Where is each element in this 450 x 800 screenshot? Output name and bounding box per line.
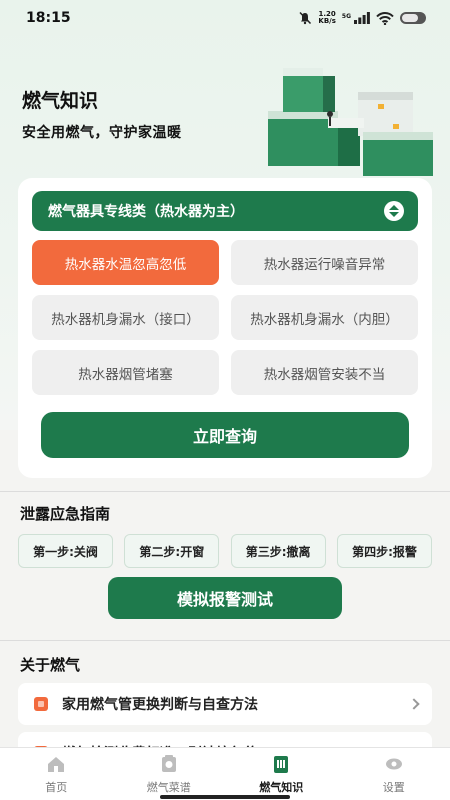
bottom-tab-bar: 首页 燃气菜谱 燃气知识 设置 [0, 748, 450, 800]
issue-option[interactable]: 热水器运行噪音异常 [231, 240, 418, 285]
tab-settings[interactable]: 设置 [338, 748, 450, 800]
tab-label: 首页 [45, 781, 68, 794]
alarm-test-button[interactable]: 模拟报警测试 [108, 577, 342, 619]
battery-icon [400, 12, 426, 24]
issue-option[interactable]: 热水器水温忽高忽低 [32, 240, 219, 285]
tab-home[interactable]: 首页 [0, 748, 113, 800]
status-bar: 18:15 1.20 KB/s 5G [0, 0, 450, 36]
section-divider [0, 640, 450, 641]
page-title: 燃气知识 [22, 90, 99, 112]
home-icon [48, 757, 65, 772]
signal-label: 5G [341, 13, 351, 20]
leak-guide-steps: 第一步:关阀 第二步:开窗 第三步:撤离 第四步:报警 [18, 534, 432, 568]
tab-label: 设置 [382, 781, 405, 794]
step-button[interactable]: 第一步:关阀 [18, 534, 113, 568]
tab-label: 燃气知识 [259, 781, 304, 794]
net-speed-unit: KB/s [318, 17, 336, 25]
mute-icon [299, 11, 312, 25]
status-icons: 1.20 KB/s 5G [298, 11, 426, 25]
article-bullet-icon [34, 697, 48, 711]
article-title: 家用燃气管更换判断与自查方法 [62, 697, 258, 713]
category-select-value: 燃气器具专线类（热水器为主） [48, 204, 244, 220]
books-stack-illustration [268, 68, 433, 176]
signal-icon [354, 12, 370, 24]
issue-option[interactable]: 热水器烟管安装不当 [231, 350, 418, 395]
tab-label: 燃气菜谱 [146, 781, 191, 794]
step-button[interactable]: 第三步:撤离 [230, 534, 326, 568]
query-button[interactable]: 立即查询 [41, 412, 409, 458]
category-select[interactable]: 燃气器具专线类（热水器为主） [32, 191, 418, 231]
recipe-icon [161, 755, 176, 772]
issue-options: 热水器水温忽高忽低 热水器运行噪音异常 热水器机身漏水（接口） 热水器机身漏水（… [32, 240, 418, 395]
section-divider [0, 491, 450, 492]
tab-knowledge[interactable]: 燃气知识 [225, 748, 338, 800]
settings-icon [385, 758, 402, 770]
issue-option[interactable]: 热水器烟管堵塞 [32, 350, 219, 395]
knowledge-icon [274, 756, 289, 773]
status-time: 18:15 [26, 10, 71, 26]
chevron-right-icon [408, 698, 420, 710]
net-speed: 1.20 KB/s [318, 11, 335, 25]
issue-option[interactable]: 热水器机身漏水（内胆） [231, 295, 418, 340]
step-button[interactable]: 第二步:开窗 [124, 534, 220, 568]
home-indicator [160, 795, 290, 799]
about-title: 关于燃气 [20, 656, 81, 674]
tab-recipe[interactable]: 燃气菜谱 [113, 748, 226, 800]
leak-guide-title: 泄露应急指南 [20, 505, 111, 523]
step-button[interactable]: 第四步:报警 [336, 534, 432, 568]
article-item[interactable]: 家用燃气管更换判断与自查方法 [18, 683, 432, 725]
wifi-icon [376, 11, 394, 25]
sort-arrows-icon [384, 201, 404, 221]
page-subtitle: 安全用燃气，守护家温暖 [22, 125, 182, 141]
issue-option[interactable]: 热水器机身漏水（接口） [32, 295, 219, 340]
query-card: 燃气器具专线类（热水器为主） 热水器水温忽高忽低 热水器运行噪音异常 热水器机身… [18, 178, 432, 478]
